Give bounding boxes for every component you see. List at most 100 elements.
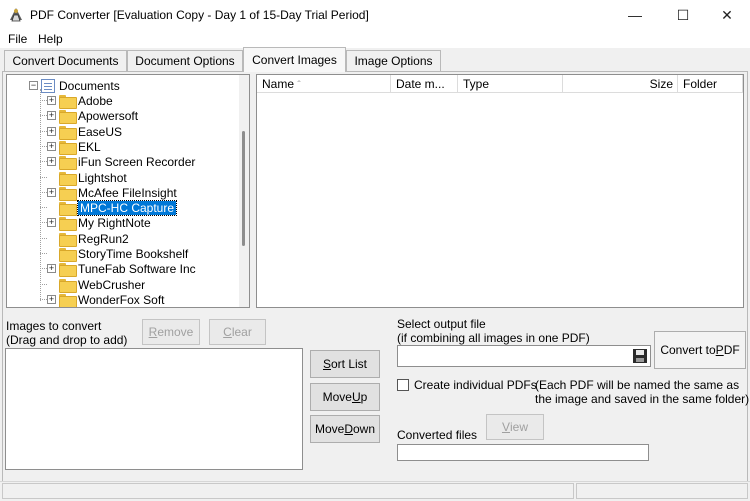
expand-icon[interactable]: + [47, 142, 56, 151]
tab-convert-documents[interactable]: Convert Documents [4, 50, 127, 71]
app-icon [10, 8, 22, 22]
close-icon: ✕ [721, 6, 733, 23]
convert-to-pdf-button[interactable]: Convert to P DF [654, 331, 746, 369]
menu-bar [0, 30, 750, 48]
tree-item-label: WebCrusher [78, 277, 146, 292]
folder-icon [59, 186, 77, 201]
individual-note-line2: the image and saved in the same folder) [535, 392, 750, 406]
folder-icon [59, 94, 77, 109]
expand-icon[interactable]: + [47, 218, 56, 227]
maximize-icon: ☐ [676, 6, 690, 23]
column-size[interactable]: Size [563, 75, 678, 93]
minimize-icon: — [628, 7, 642, 23]
tree-item[interactable]: + EaseUS [40, 124, 123, 140]
menu-file[interactable]: File [8, 32, 27, 46]
tree-item-label: StoryTime Bookshelf [78, 246, 189, 261]
converted-files-field[interactable] [397, 444, 649, 461]
tree-item-label: iFun Screen Recorder [78, 154, 196, 169]
menu-help[interactable]: Help [38, 32, 63, 46]
folder-icon [59, 247, 77, 262]
images-to-convert-list[interactable] [5, 348, 303, 470]
tree-item-label: TuneFab Software Inc [78, 261, 196, 276]
tree-item[interactable]: + Adobe [40, 93, 113, 109]
converted-files-label: Converted files [397, 428, 478, 442]
folder-icon [59, 171, 77, 186]
documents-folder-icon [41, 78, 55, 93]
tree-item[interactable]: + TuneFab Software Inc [40, 261, 196, 277]
column-folder[interactable]: Folder [678, 75, 743, 93]
folder-icon [59, 109, 77, 124]
status-panel-secondary [576, 483, 748, 499]
tree-scrollbar-thumb[interactable] [242, 131, 245, 246]
tree-item[interactable]: + My RightNote [40, 215, 151, 231]
tree-item-label: EaseUS [78, 124, 123, 139]
move-up-button[interactable]: Move Up [310, 383, 380, 411]
folder-icon [59, 125, 77, 140]
select-output-label: Select output file [397, 317, 486, 331]
tree-item-label: Lightshot [78, 170, 127, 185]
expand-icon[interactable]: + [47, 188, 56, 197]
window-title: PDF Converter [Evaluation Copy - Day 1 o… [30, 8, 369, 22]
close-button[interactable]: ✕ [704, 0, 750, 30]
remove-button[interactable]: Remove [142, 319, 200, 345]
combine-hint-label: (if combining all images in one PDF) [397, 331, 590, 345]
column-type[interactable]: Type [458, 75, 563, 93]
image-file-list[interactable]: Name ˆ Date m... Type Size Folder [256, 74, 744, 308]
tab-convert-images[interactable]: Convert Images [243, 47, 346, 72]
folder-icon [59, 278, 77, 293]
column-date-modified[interactable]: Date m... [391, 75, 458, 93]
folder-tree[interactable]: − Documents + Adobe + Apowersoft + EaseUS + EKL… [6, 74, 250, 308]
tree-root[interactable]: − Documents [29, 78, 120, 93]
tree-item-label: MPC-HC Capture [76, 199, 178, 216]
tree-item[interactable]: + EKL [40, 139, 101, 155]
status-panel-main [2, 483, 574, 499]
tree-item-label: McAfee FileInsight [78, 185, 177, 200]
folder-icon [59, 216, 77, 231]
tab-document-options[interactable]: Document Options [127, 50, 243, 71]
sort-list-button[interactable]: Sort List [310, 350, 380, 378]
tree-item[interactable]: + WonderFox Soft [40, 292, 165, 307]
folder-icon [59, 201, 77, 216]
expand-icon[interactable]: + [47, 111, 56, 120]
create-individual-pdfs-label: Create individual PDFs [414, 378, 537, 392]
expand-icon[interactable]: + [47, 264, 56, 273]
column-name[interactable]: Name ˆ [257, 75, 391, 93]
folder-icon [59, 155, 77, 170]
tree-item-label: Apowersoft [78, 108, 139, 123]
maximize-button[interactable]: ☐ [660, 0, 706, 30]
tab-image-options[interactable]: Image Options [346, 50, 441, 71]
clear-button[interactable]: Clear [209, 319, 266, 345]
folder-icon [59, 232, 77, 247]
tree-item-label: EKL [78, 139, 101, 154]
minimize-button[interactable]: — [612, 0, 658, 30]
save-icon[interactable] [632, 348, 648, 364]
expand-icon[interactable]: + [47, 295, 56, 304]
tree-item[interactable]: + Apowersoft [40, 108, 139, 124]
sort-arrow-icon: ˆ [297, 80, 301, 91]
tree-item[interactable]: WebCrusher [40, 277, 146, 293]
tree-item-label: RegRun2 [78, 231, 129, 246]
tree-item-label: My RightNote [78, 215, 151, 230]
tree-item[interactable]: + McAfee FileInsight [40, 185, 177, 201]
output-file-field[interactable] [397, 345, 651, 367]
drag-drop-hint: (Drag and drop to add) [6, 333, 128, 347]
tree-item[interactable]: + iFun Screen Recorder [40, 154, 196, 170]
folder-icon [59, 140, 77, 155]
tree-root-label: Documents [59, 78, 120, 93]
tree-item[interactable]: MPC-HC Capture [40, 199, 178, 216]
folder-icon [59, 293, 77, 307]
tree-item-label: Adobe [78, 93, 113, 108]
collapse-icon[interactable]: − [29, 81, 38, 90]
tree-item[interactable]: StoryTime Bookshelf [40, 246, 189, 262]
tree-item-label: WonderFox Soft [78, 292, 165, 307]
tree-item[interactable]: RegRun2 [40, 231, 129, 247]
folder-icon [59, 262, 77, 277]
expand-icon[interactable]: + [47, 157, 56, 166]
view-button[interactable]: View [486, 414, 544, 440]
images-to-convert-label: Images to convert [6, 319, 102, 333]
tree-item[interactable]: Lightshot [40, 170, 127, 186]
move-down-button[interactable]: Move Down [310, 415, 380, 443]
create-individual-pdfs-checkbox[interactable] [397, 379, 409, 391]
expand-icon[interactable]: + [47, 127, 56, 136]
expand-icon[interactable]: + [47, 96, 56, 105]
